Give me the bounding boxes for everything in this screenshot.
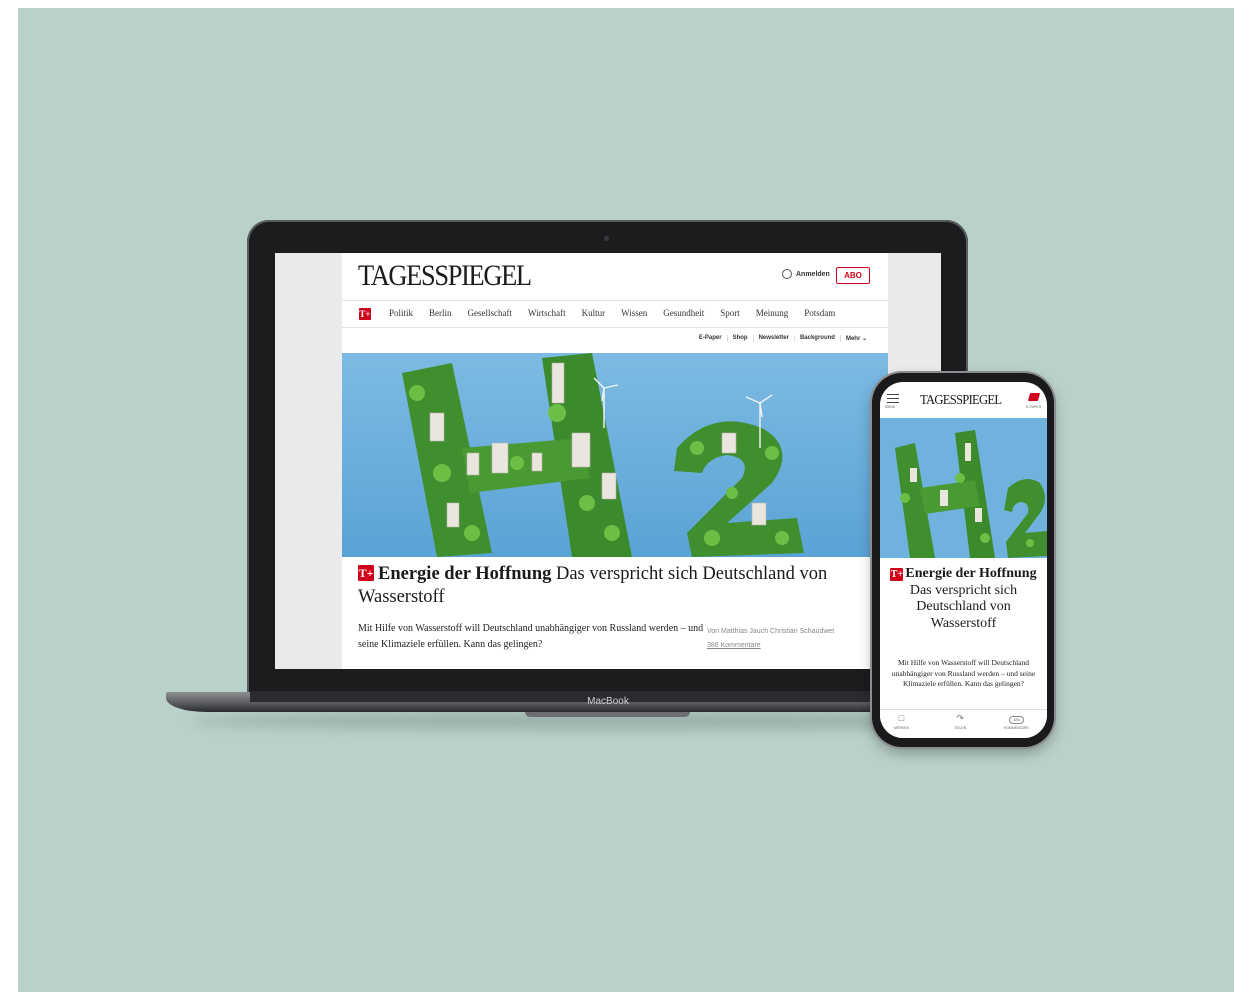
phone-article-teaser: Mit Hilfe von Wasserstoff will Deutschla… xyxy=(891,658,1036,688)
tab-teilen-label: TEILEN xyxy=(954,726,967,730)
abo-button[interactable]: ABO xyxy=(836,267,870,284)
subnav-background[interactable]: Background xyxy=(793,335,840,342)
comment-count: 386 xyxy=(1009,716,1024,724)
menu-label: MENÜ xyxy=(885,405,896,409)
h2-island-illustration xyxy=(880,418,1047,558)
sub-nav: E-Paper Shop Newsletter Background Mehr … xyxy=(694,335,872,342)
nav-item-sport[interactable]: Sport xyxy=(720,308,740,318)
laptop-screen: TAGESSPIEGEL Anmelden ABO T+ Politik Ber… xyxy=(275,253,941,669)
nav-item-meinung[interactable]: Meinung xyxy=(756,308,789,318)
camera-icon xyxy=(604,236,609,241)
nav-item-berlin[interactable]: Berlin xyxy=(429,308,452,318)
subnav-newsletter[interactable]: Newsletter xyxy=(752,335,794,342)
user-icon xyxy=(782,269,792,279)
epaper-icon[interactable] xyxy=(1027,393,1041,401)
tab-merken[interactable]: □ MERKEN xyxy=(894,713,909,730)
subnav-shop[interactable]: Shop xyxy=(726,335,753,342)
macbook-label: MacBook xyxy=(587,696,629,707)
site-logo[interactable]: TAGESSPIEGEL xyxy=(358,259,532,293)
tab-merken-label: MERKEN xyxy=(894,726,909,730)
laptop-notch xyxy=(525,712,690,717)
nav-item-wissen[interactable]: Wissen xyxy=(621,308,647,318)
comment-icon: 386 xyxy=(1004,713,1029,724)
article-byline: Von Matthias Jauch Christian Schaudwet 3… xyxy=(707,625,877,653)
phone-bottom-bar: □ MERKEN ↷ TEILEN 386 KOMMENTARE xyxy=(880,709,1047,738)
login-link[interactable]: Anmelden xyxy=(782,269,830,279)
phone-article-headline[interactable]: T+ Energie der Hoffnung Das verspricht si… xyxy=(888,566,1039,632)
hero-image[interactable] xyxy=(342,353,888,557)
tab-kommentare[interactable]: 386 KOMMENTARE xyxy=(1004,713,1029,730)
article-teaser: Mit Hilfe von Wasserstoff will Deutschla… xyxy=(358,623,704,650)
comments-link[interactable]: 386 Kommentare xyxy=(707,639,877,653)
nav-item-kultur[interactable]: Kultur xyxy=(582,308,606,318)
tplus-icon[interactable]: T+ xyxy=(359,308,371,320)
epaper-label: E-PAPER xyxy=(1026,405,1042,409)
tab-teilen[interactable]: ↷ TEILEN xyxy=(954,713,966,730)
tab-kommentare-label: KOMMENTARE xyxy=(1004,726,1029,730)
phone-screen: MENÜ TAGESSPIEGEL E-PAPER T+ Energie der … xyxy=(880,382,1047,738)
article-headline[interactable]: T+ Energie der Hoffnung Das verspricht si… xyxy=(358,563,868,609)
headline-kicker: Energie der Hoffnung xyxy=(378,564,552,584)
subnav-mehr[interactable]: Mehr ⌄ xyxy=(839,335,872,342)
nav-item-wirtschaft[interactable]: Wirtschaft xyxy=(528,308,566,318)
bookmark-icon: □ xyxy=(898,713,905,723)
share-icon: ↷ xyxy=(956,713,964,723)
phone-site-logo[interactable]: TAGESSPIEGEL xyxy=(920,393,1002,409)
login-label: Anmelden xyxy=(796,270,830,278)
tplus-badge: T+ xyxy=(890,568,904,581)
byline-authors[interactable]: Von Matthias Jauch Christian Schaudwet xyxy=(707,625,877,639)
nav-item-politik[interactable]: Politik xyxy=(389,308,413,318)
nav-item-gesundheit[interactable]: Gesundheit xyxy=(663,308,704,318)
website: TAGESSPIEGEL Anmelden ABO T+ Politik Ber… xyxy=(342,253,888,669)
h2-island-illustration xyxy=(342,353,888,557)
main-nav: T+ Politik Berlin Gesellschaft Wirtschaf… xyxy=(342,300,888,328)
nav-items: Politik Berlin Gesellschaft Wirtschaft K… xyxy=(389,308,851,318)
nav-item-potsdam[interactable]: Potsdam xyxy=(804,308,835,318)
phone-headline-kicker: Energie der Hoffnung xyxy=(905,566,1037,581)
tplus-badge: T+ xyxy=(358,565,374,581)
nav-item-gesellschaft[interactable]: Gesellschaft xyxy=(468,308,512,318)
subnav-epaper[interactable]: E-Paper xyxy=(694,335,727,342)
phone-hero-image[interactable] xyxy=(880,418,1047,558)
phone-headline-title: Das verspricht sich Deutschland von Wass… xyxy=(909,582,1018,631)
